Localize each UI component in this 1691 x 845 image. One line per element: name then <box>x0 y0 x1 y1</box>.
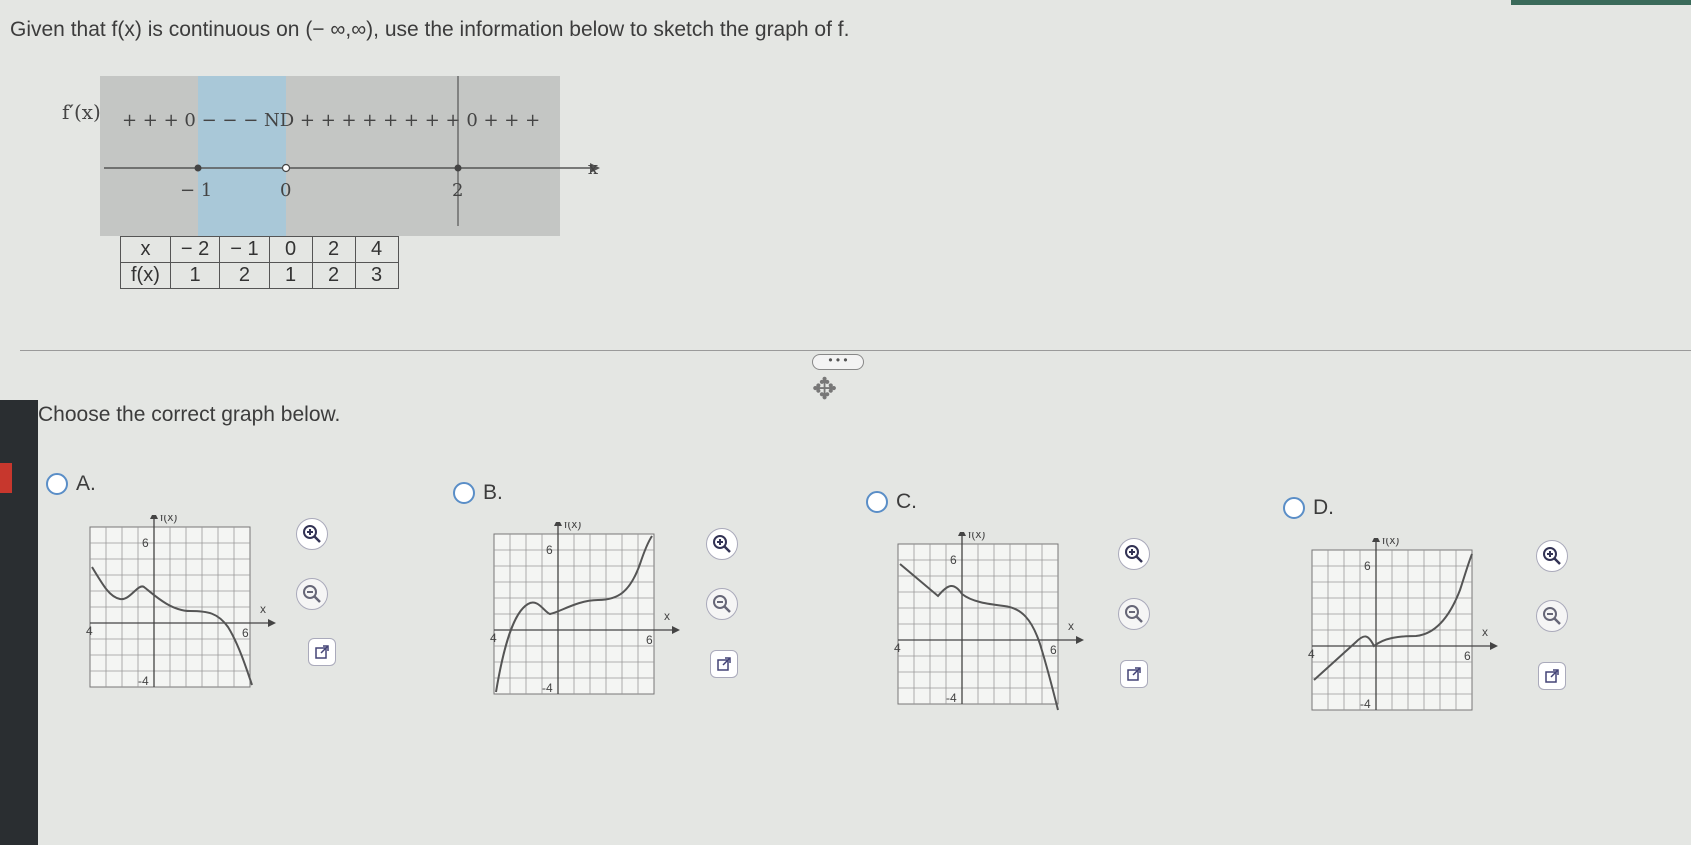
graph-tick-label-left: -4 <box>894 641 901 655</box>
table-row-fx: f(x) 1 2 1 2 3 <box>120 262 399 289</box>
table-header-fx: f(x) <box>120 262 171 289</box>
tick-dot-minus1 <box>194 164 202 172</box>
table-cell: 3 <box>354 262 399 289</box>
external-link-icon[interactable] <box>1120 660 1148 688</box>
graph-grid: f(x) 6 -4 6 -4 x <box>490 522 680 695</box>
table-cell: 2 <box>219 262 270 289</box>
graph-grid: f(x) 6 -4 6 -4 x <box>86 515 276 688</box>
table-header-x: x <box>120 236 171 263</box>
graph-tick-label-top: 6 <box>1364 559 1371 573</box>
graph-option-c[interactable]: f(x) 6 -4 6 -4 x <box>894 532 1104 732</box>
option-d-label: D. <box>1313 496 1334 519</box>
sign-chart-x-label: x <box>588 158 599 179</box>
graph-y-axis-arrow <box>1372 538 1380 542</box>
more-options-button[interactable]: • • • <box>812 354 864 370</box>
graph-tick-label-bottom: -4 <box>138 674 149 688</box>
graph-x-label: x <box>664 609 670 623</box>
sign-chart: + + + 0 − − − ND + + + + + + + + 0 + + +… <box>100 76 600 236</box>
tick-label-minus1: − 1 <box>180 180 212 201</box>
value-table: x − 2 − 1 0 2 4 f(x) 1 2 1 2 3 <box>120 236 399 289</box>
zoom-out-icon[interactable] <box>1118 598 1150 630</box>
graph-tick-label-top: 6 <box>546 543 553 557</box>
graph-tick-label-right: 6 <box>1050 643 1057 657</box>
zoom-out-icon[interactable] <box>706 588 738 620</box>
graph-fx-label: f(x) <box>160 515 177 524</box>
table-cell: 2 <box>311 236 356 263</box>
radio-button-d[interactable] <box>1283 497 1305 519</box>
table-row-x: x − 2 − 1 0 2 4 <box>120 236 399 263</box>
sign-chart-signs: + + + 0 − − − ND + + + + + + + + 0 + + + <box>122 110 540 131</box>
graph-option-b[interactable]: f(x) 6 -4 6 -4 x <box>490 522 700 722</box>
graph-grid: f(x) 6 -4 6 -4 x <box>894 532 1084 711</box>
table-cell: − 1 <box>219 236 270 263</box>
graph-x-axis-arrow <box>1076 636 1084 644</box>
option-c-label: C. <box>896 490 917 513</box>
table-cell: 2 <box>311 262 356 289</box>
tick-label-2: 2 <box>452 180 463 201</box>
sign-chart-shaded-interval <box>198 76 286 236</box>
graph-x-axis-arrow <box>672 626 680 634</box>
instruction-text: Choose the correct graph below. <box>38 403 341 426</box>
external-link-icon[interactable] <box>710 650 738 678</box>
graph-fx-label: f(x) <box>968 532 985 541</box>
graph-x-label: x <box>1482 625 1488 639</box>
external-link-icon[interactable] <box>1538 662 1566 690</box>
table-cell: 1 <box>169 262 221 289</box>
option-c[interactable]: C. <box>866 490 917 514</box>
zoom-in-icon[interactable] <box>1118 538 1150 570</box>
graph-tick-label-left: -4 <box>490 631 497 645</box>
graph-tick-label-right: 6 <box>242 626 249 640</box>
graph-tick-label-right: 6 <box>1464 649 1471 663</box>
option-b-label: B. <box>483 481 503 504</box>
graph-x-label: x <box>1068 619 1074 633</box>
option-b[interactable]: B. <box>453 481 503 505</box>
radio-button-b[interactable] <box>453 482 475 504</box>
top-accent-bar <box>1511 0 1691 5</box>
external-link-icon[interactable] <box>308 638 336 666</box>
option-a[interactable]: A. <box>46 472 96 496</box>
tick-dot-2 <box>454 164 462 172</box>
graph-option-a[interactable]: f(x) 6 -4 6 -4 x <box>86 515 296 715</box>
graph-x-axis-arrow <box>268 619 276 627</box>
graph-x-axis-arrow <box>1490 642 1498 650</box>
graph-y-axis-arrow <box>554 522 562 526</box>
option-a-label: A. <box>76 472 96 495</box>
table-cell: − 2 <box>169 236 221 263</box>
graph-grid: f(x) 6 -4 6 -4 x <box>1308 538 1498 711</box>
graph-y-axis-arrow <box>150 515 158 519</box>
graph-y-axis-arrow <box>958 532 966 536</box>
graph-tick-label-bottom: -4 <box>946 691 957 705</box>
graph-tick-label-left: -4 <box>1308 647 1315 661</box>
sign-chart-label: f′(x) <box>62 100 101 124</box>
move-icon[interactable]: ✥ <box>812 372 837 407</box>
option-d[interactable]: D. <box>1283 496 1334 520</box>
table-cell: 1 <box>268 262 313 289</box>
section-divider[interactable] <box>20 350 1691 351</box>
graph-tick-label-top: 6 <box>142 536 149 550</box>
question-text: Given that f(x) is continuous on (− ∞,∞)… <box>10 18 850 41</box>
sidebar-red-marker <box>0 463 12 493</box>
graph-tick-label-top: 6 <box>950 553 957 567</box>
zoom-out-icon[interactable] <box>296 578 328 610</box>
table-cell: 0 <box>268 236 313 263</box>
graph-fx-label: f(x) <box>564 522 581 531</box>
zoom-in-icon[interactable] <box>706 528 738 560</box>
zoom-out-icon[interactable] <box>1536 600 1568 632</box>
sign-chart-background <box>100 76 560 236</box>
graph-tick-label-right: 6 <box>646 633 653 647</box>
tick-label-0: 0 <box>280 180 291 201</box>
graph-option-d[interactable]: f(x) 6 -4 6 -4 x <box>1308 538 1518 738</box>
graph-x-label: x <box>260 602 266 616</box>
graph-tick-label-bottom: -4 <box>542 681 553 695</box>
tick-open-0 <box>281 163 291 173</box>
zoom-in-icon[interactable] <box>296 518 328 550</box>
table-cell: 4 <box>354 236 399 263</box>
zoom-in-icon[interactable] <box>1536 540 1568 572</box>
graph-tick-label-bottom: -4 <box>1360 697 1371 711</box>
radio-button-c[interactable] <box>866 491 888 513</box>
graph-fx-label: f(x) <box>1382 538 1399 547</box>
graph-tick-label-left: -4 <box>86 624 93 638</box>
radio-button-a[interactable] <box>46 473 68 495</box>
